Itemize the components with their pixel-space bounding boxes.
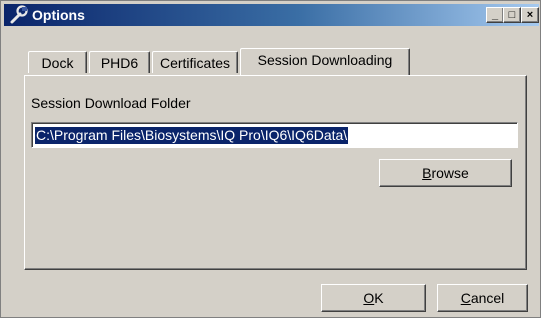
- browse-button[interactable]: Browse: [379, 159, 512, 187]
- title-bar[interactable]: Options _ □ ×: [4, 4, 539, 26]
- ok-button[interactable]: OK: [321, 284, 426, 312]
- session-folder-input[interactable]: C:\Program Files\Biosystems\IQ Pro\IQ6\I…: [31, 122, 518, 148]
- options-window: Options _ □ × Dock PHD6 Certificates Ses…: [0, 0, 541, 318]
- session-folder-value: C:\Program Files\Biosystems\IQ Pro\IQ6\I…: [35, 127, 349, 144]
- wrench-icon: [8, 5, 30, 25]
- tab-dock[interactable]: Dock: [28, 51, 87, 73]
- window-title: Options: [32, 7, 85, 23]
- minimize-button[interactable]: _: [486, 7, 504, 23]
- close-button[interactable]: ×: [521, 7, 539, 23]
- tab-session-downloading[interactable]: Session Downloading: [240, 48, 410, 75]
- session-folder-label: Session Download Folder: [31, 95, 191, 111]
- tab-certificates[interactable]: Certificates: [152, 51, 238, 73]
- cancel-button[interactable]: Cancel: [437, 284, 528, 312]
- maximize-button[interactable]: □: [503, 7, 521, 23]
- tab-phd6[interactable]: PHD6: [89, 51, 150, 73]
